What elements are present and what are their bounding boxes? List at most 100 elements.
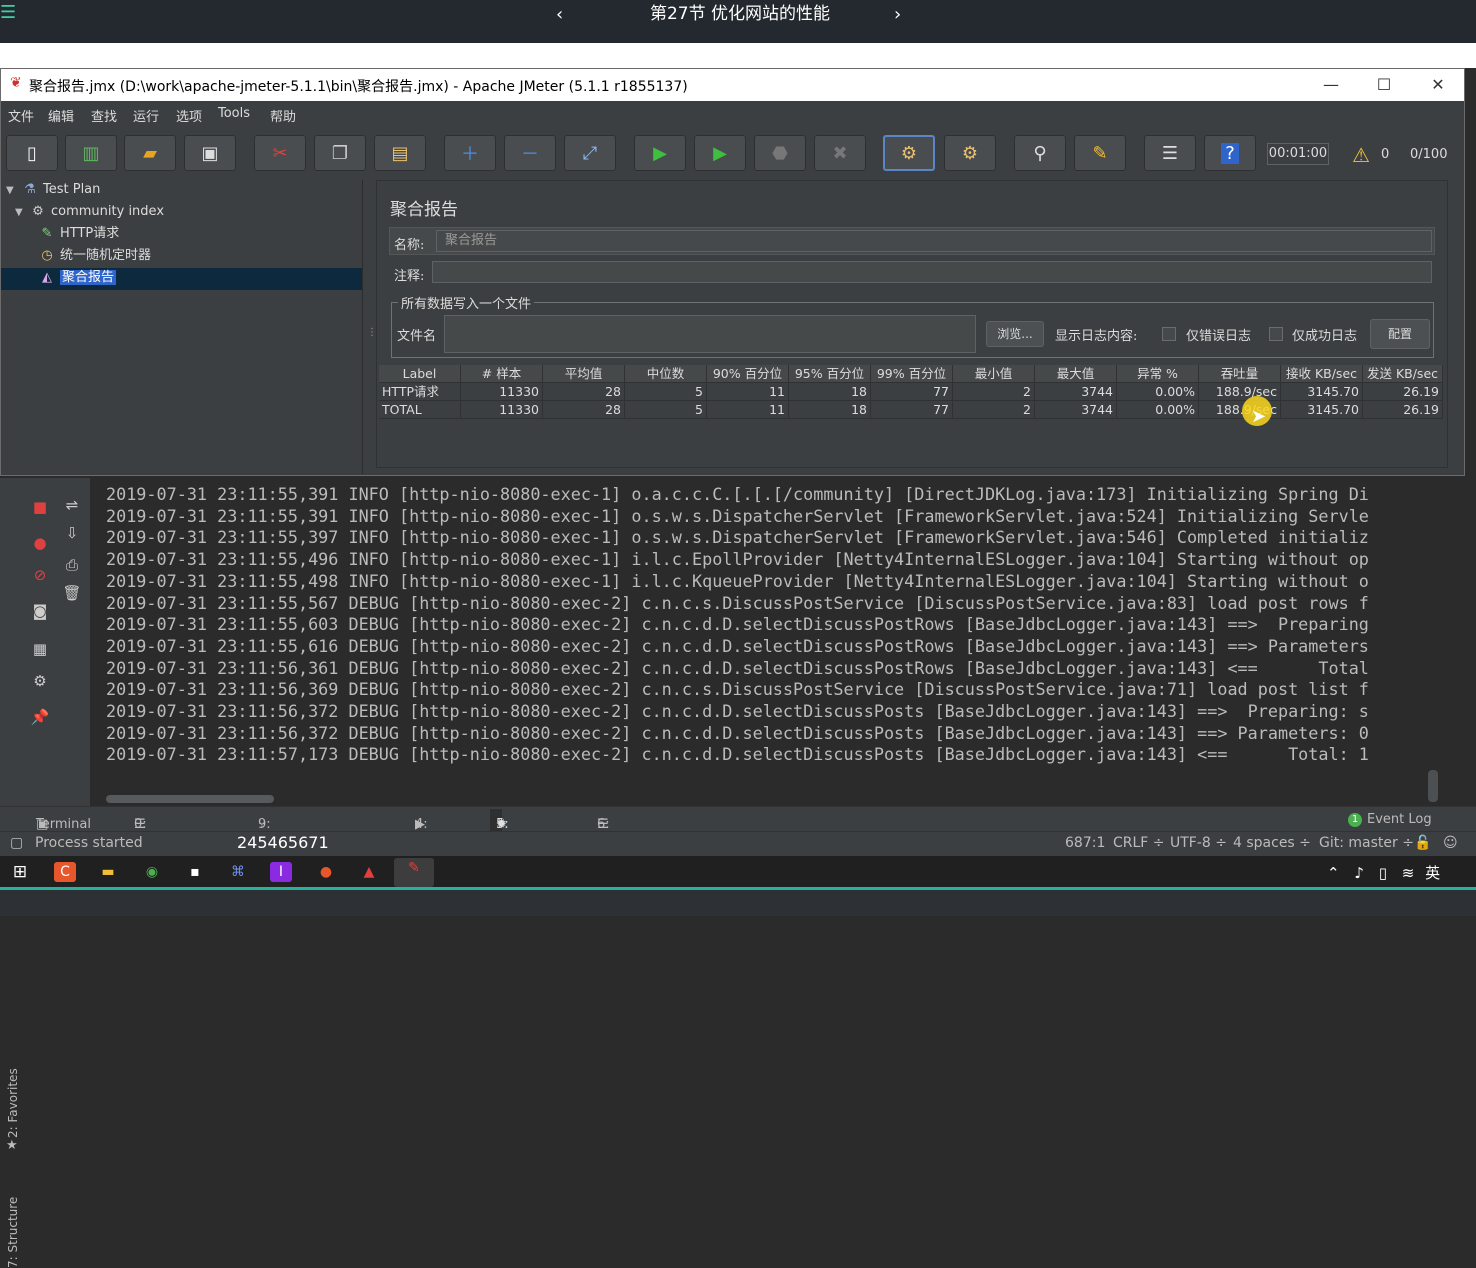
cut-icon[interactable]: ✂ [254,135,306,171]
column-header[interactable]: # 样本 [461,365,543,383]
start-icon[interactable]: ▶ [634,135,686,171]
help-icon[interactable]: ? [1204,135,1256,171]
collapse-arrow-icon[interactable]: ▼ [6,185,14,196]
templates-icon[interactable]: ▥ [65,135,117,171]
search-icon[interactable]: ⚲ [1014,135,1066,171]
menu-search[interactable]: 查找 [91,106,117,125]
tree-node-http-request[interactable]: ✎ HTTP请求 [38,224,120,244]
menu-file[interactable]: 文件 [8,106,34,125]
warning-icon[interactable]: ⚠ [1352,143,1370,167]
tray-expand-icon[interactable]: ⌃ [1327,864,1340,882]
column-header[interactable]: Label [379,365,461,383]
console-output[interactable]: 2019-07-31 23:11:55,391 INFO [http-nio-8… [92,478,1440,798]
tree-node-timer[interactable]: ◷ 统一随机定时器 [38,246,151,266]
tree-node-test-plan[interactable]: ⚗ Test Plan [21,180,100,200]
menu-tools[interactable]: Tools [218,106,250,121]
status-layout-icon[interactable]: ▢ [10,835,23,851]
line-separator[interactable]: CRLF ÷ [1113,835,1165,851]
clear-icon[interactable]: ⚙ [883,135,935,171]
toggle-icon[interactable]: ⤢ [564,135,616,171]
panel-scrollbar[interactable] [1450,180,1462,474]
close-button[interactable]: ✕ [1423,73,1453,97]
breakpoint-icon[interactable]: ● [28,534,52,552]
errors-only-checkbox[interactable] [1162,327,1176,341]
scroll-end-icon[interactable]: ⇩ [60,524,84,542]
caret-position[interactable]: 687:1 [1065,835,1105,851]
success-only-checkbox[interactable] [1269,327,1283,341]
next-lesson-button[interactable]: › [894,4,901,25]
menu-help[interactable]: 帮助 [270,106,296,125]
network-app-icon[interactable]: ⌘ [227,862,249,882]
volume-icon[interactable]: ♪ [1354,864,1364,882]
column-header[interactable]: 90% 百分位 [707,365,789,383]
maximize-button[interactable]: ☐ [1369,73,1399,97]
indent-setting[interactable]: 4 spaces ÷ [1233,835,1311,851]
tree-node-thread-group[interactable]: ⚙ community index [29,202,164,222]
terminal-app-icon[interactable]: ▪ [184,862,206,882]
reset-search-icon[interactable]: ✎ [1074,135,1126,171]
wrap-icon[interactable]: ⇌ [60,496,84,514]
table-row[interactable]: HTTP请求 11330 28 5 11 18 77 2 3744 0.00% 188.9/sec 3… [379,383,1444,401]
menu-edit[interactable]: 编辑 [48,106,74,125]
column-header[interactable]: 平均值 [543,365,625,383]
ime-indicator[interactable]: 英 [1425,864,1440,882]
trash-icon[interactable]: 🗑 [60,584,84,602]
favorites-tab[interactable]: 2: Favorites [6,1068,20,1138]
windows-start-icon[interactable]: ⊞ [9,862,31,882]
comment-field[interactable] [432,261,1432,283]
column-header[interactable]: 发送 KB/sec [1363,365,1443,383]
pin-icon[interactable]: 📌 [28,708,52,726]
structure-tab[interactable]: 7: Structure [6,1197,20,1268]
open-icon[interactable]: ▰ [124,135,176,171]
acrobat-icon[interactable]: ▲ [358,862,380,882]
filename-field[interactable] [444,315,976,353]
battery-icon[interactable]: ▯ [1379,864,1387,882]
collapse-arrow-icon[interactable]: ▼ [15,207,23,218]
camera-icon[interactable]: ◙ [28,602,52,620]
hamburger-icon[interactable]: ☰ [0,4,16,22]
name-field[interactable]: 聚合报告 [436,230,1432,252]
app-c-icon[interactable]: C [54,862,76,882]
chrome-icon[interactable]: ◉ [141,862,163,882]
copy-icon[interactable]: ❐ [314,135,366,171]
collapse-icon[interactable]: － [504,135,556,171]
settings-icon[interactable]: ⚙ [28,672,52,690]
inspector-icon[interactable]: ☺ [1443,835,1458,851]
wifi-icon[interactable]: ≋ [1402,864,1415,882]
window-titlebar[interactable]: ❦ 聚合报告.jmx (D:\work\apache-jmeter-5.1.1\… [1,69,1464,101]
mute-breakpoints-icon[interactable]: ⊘ [28,566,52,584]
function-helper-icon[interactable]: ☰ [1144,135,1196,171]
column-header[interactable]: 异常 % [1117,365,1199,383]
layout-icon[interactable]: ▦ [28,640,52,658]
horizontal-scrollbar[interactable] [106,795,274,803]
intellij-icon[interactable]: I [270,862,292,882]
start-no-pause-icon[interactable]: ▶ [694,135,746,171]
column-header[interactable]: 中位数 [625,365,707,383]
column-header[interactable]: 最小值 [953,365,1035,383]
print-icon[interactable]: ⎙ [60,556,84,574]
paste-icon[interactable]: ▤ [374,135,426,171]
menu-options[interactable]: 选项 [176,106,202,125]
new-icon[interactable]: ▯ [6,135,58,171]
column-header[interactable]: 最大值 [1035,365,1117,383]
lock-icon[interactable]: 🔓 [1414,835,1431,851]
column-header[interactable]: 接收 KB/sec [1281,365,1363,383]
file-explorer-icon[interactable]: ▬ [97,862,119,882]
browse-button[interactable]: 浏览... [986,321,1044,347]
expand-icon[interactable]: ＋ [444,135,496,171]
event-log-button[interactable]: Event Log [1367,812,1432,827]
clear-all-icon[interactable]: ⚙ [944,135,996,171]
column-header[interactable]: 99% 百分位 [871,365,953,383]
powerpoint-icon[interactable]: ● [315,862,337,882]
minimize-button[interactable]: — [1316,73,1346,97]
menu-run[interactable]: 运行 [133,106,159,125]
save-icon[interactable]: ▣ [184,135,236,171]
jmeter-taskbar-icon[interactable]: ✎ [394,858,434,887]
stop-icon[interactable]: ⬣ [754,135,806,171]
column-header[interactable]: 吞吐量 [1199,365,1281,383]
shutdown-icon[interactable]: ✖ [814,135,866,171]
table-row[interactable]: TOTAL11330285111877237440.00%188.9/sec31… [379,401,1444,419]
file-encoding[interactable]: UTF-8 ÷ [1170,835,1227,851]
tree-node-aggregate-report[interactable]: ◭ 聚合报告 [38,268,117,288]
stop-icon[interactable]: ■ [28,498,52,516]
